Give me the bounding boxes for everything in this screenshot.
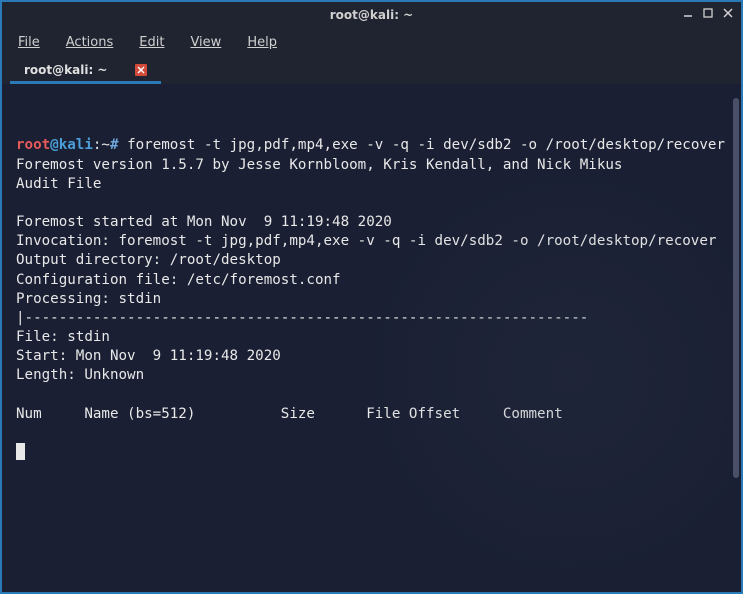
tab-close-button[interactable]: [135, 64, 147, 76]
output-line: Audit File: [16, 176, 101, 192]
window-controls: [681, 6, 735, 20]
output-line: Num Name (bs=512) Size File Offset Comme…: [16, 406, 563, 422]
output-line: Invocation: foremost -t jpg,pdf,mp4,exe …: [16, 233, 716, 249]
prompt-path: :~: [93, 137, 110, 153]
minimize-icon: [682, 7, 694, 19]
menu-file[interactable]: File: [10, 33, 48, 52]
output-line: Configuration file: /etc/foremost.conf: [16, 272, 341, 288]
output-line: Length: Unknown: [16, 367, 144, 383]
prompt-host: kali: [59, 137, 93, 153]
menubar: File Actions Edit View Help: [2, 28, 741, 56]
output-line: File: stdin: [16, 329, 110, 345]
menu-actions[interactable]: Actions: [58, 33, 122, 52]
scrollbar[interactable]: [733, 98, 739, 478]
prompt-at: @: [50, 137, 59, 153]
terminal-output[interactable]: root@kali:~# foremost -t jpg,pdf,mp4,exe…: [2, 84, 741, 592]
tabbar: root@kali: ~: [2, 56, 741, 84]
close-icon: [722, 7, 734, 19]
output-line: Processing: stdin: [16, 291, 161, 307]
output-line: Start: Mon Nov 9 11:19:48 2020: [16, 348, 281, 364]
tab-terminal[interactable]: root@kali: ~: [10, 59, 161, 84]
menu-help[interactable]: Help: [239, 33, 285, 52]
window-titlebar: root@kali: ~: [2, 2, 741, 28]
prompt-hash: #: [110, 137, 119, 153]
tab-label: root@kali: ~: [24, 63, 107, 77]
close-button[interactable]: [721, 6, 735, 20]
minimize-button[interactable]: [681, 6, 695, 20]
menu-edit[interactable]: Edit: [131, 33, 172, 52]
output-line: Foremost started at Mon Nov 9 11:19:48 2…: [16, 214, 392, 230]
terminal-cursor: [16, 443, 25, 460]
close-icon: [137, 66, 145, 74]
output-line: Foremost version 1.5.7 by Jesse Kornbloo…: [16, 157, 622, 173]
maximize-icon: [702, 7, 714, 19]
command-text: foremost -t jpg,pdf,mp4,exe -v -q -i dev…: [119, 137, 725, 153]
maximize-button[interactable]: [701, 6, 715, 20]
window-title: root@kali: ~: [330, 8, 413, 22]
output-line: |---------------------------------------…: [16, 310, 588, 326]
output-line: Output directory: /root/desktop: [16, 252, 281, 268]
prompt-user: root: [16, 137, 50, 153]
menu-view[interactable]: View: [182, 33, 229, 52]
